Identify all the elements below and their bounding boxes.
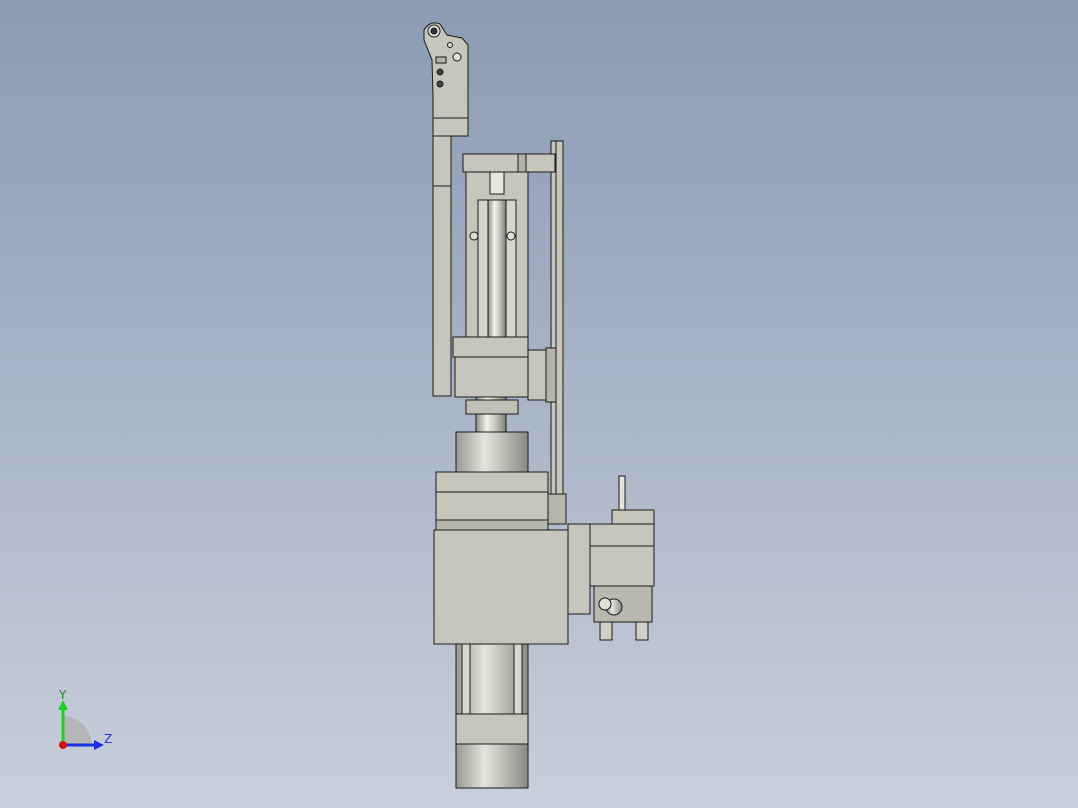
top-plate xyxy=(462,153,556,173)
guide-plate xyxy=(550,140,564,525)
y-axis-label: Y xyxy=(59,688,67,702)
bearing-housing xyxy=(455,431,529,473)
base-flange xyxy=(435,471,567,531)
rod-collar xyxy=(465,399,519,415)
z-axis-label: Z xyxy=(104,732,113,746)
cad-model[interactable] xyxy=(0,0,1078,808)
middle-clamp xyxy=(452,336,557,403)
coordinate-triad xyxy=(58,700,104,750)
vertical-arm xyxy=(432,135,452,397)
x-axis-point xyxy=(59,741,67,749)
gearbox-block xyxy=(433,523,591,645)
motor xyxy=(455,643,529,789)
cad-viewport[interactable]: Y Z xyxy=(0,0,1078,808)
piston-rod xyxy=(487,199,507,346)
side-valve xyxy=(589,475,655,641)
gripper-lever xyxy=(423,22,469,137)
